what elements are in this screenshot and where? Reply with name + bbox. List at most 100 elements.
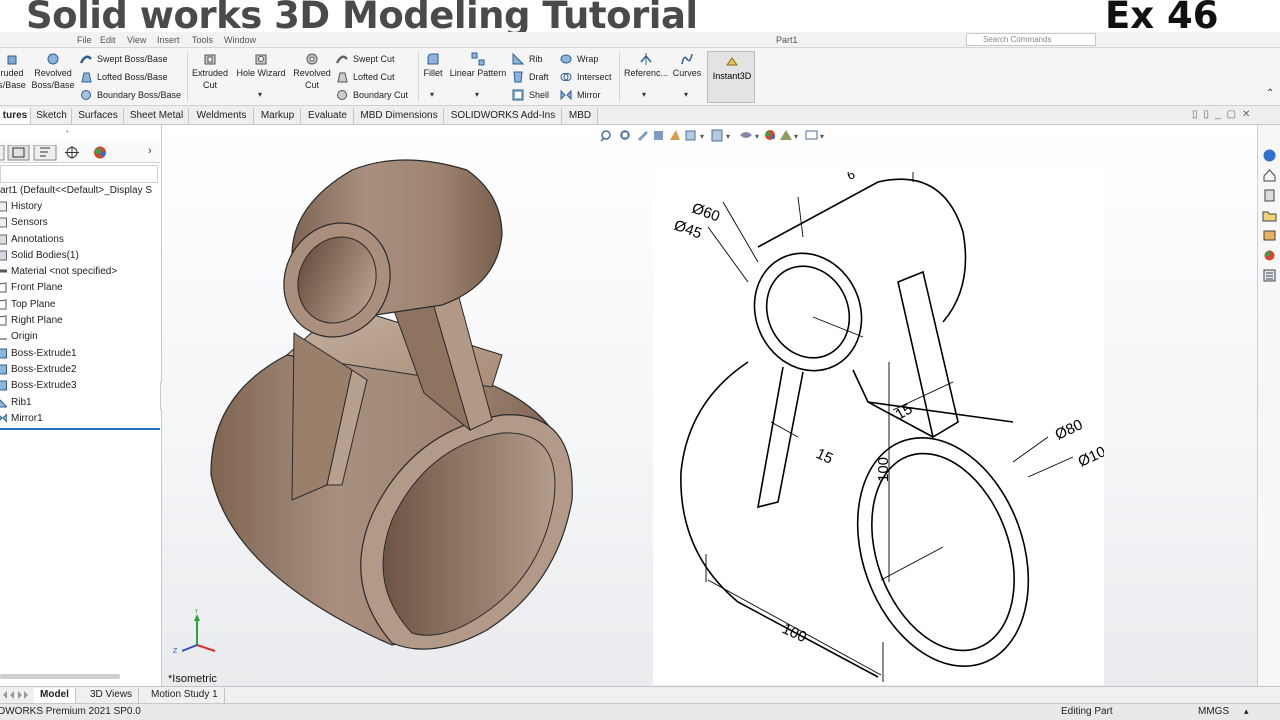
reference-dropdown[interactable]: ▾ [642, 90, 646, 99]
origin-icon [0, 338, 7, 340]
dim-rib-thickness-left: 15 [813, 445, 835, 467]
curves-icon [681, 53, 693, 65]
intersect-icon [560, 73, 572, 81]
lofted-boss-label: Lofted Boss/Base [97, 72, 168, 82]
hole-wizard-button[interactable]: Hole Wizard [234, 48, 288, 79]
extruded-boss-button[interactable]: ruded s/Base [0, 48, 26, 91]
command-manager: ruded s/Base Revolved Boss/Base Swept Bo… [0, 48, 1280, 106]
panel-more-icon[interactable]: › [148, 145, 152, 157]
svg-text:▾: ▾ [820, 132, 824, 141]
window-controls[interactable]: ▯▯_▢✕ [1192, 109, 1256, 120]
tab-surfaces[interactable]: Surfaces [73, 108, 124, 124]
axis-z-label: Z [173, 648, 178, 655]
shell-button[interactable]: Shell [512, 89, 549, 101]
rollback-bar[interactable] [0, 428, 160, 430]
pattern-dropdown[interactable]: ▾ [475, 90, 479, 99]
unit-system-dropdown-icon[interactable]: ▴ [1244, 706, 1249, 717]
tree-item-mirror1[interactable]: Mirror1 [0, 410, 160, 426]
swept-boss-button[interactable]: Swept Boss/Base [80, 53, 168, 65]
tree-item-annotations[interactable]: Annotations [0, 231, 160, 247]
tab-solidworks-addins[interactable]: SOLIDWORKS Add-Ins [445, 108, 562, 124]
appearances-icon[interactable] [1261, 247, 1278, 264]
menu-view[interactable]: View [127, 35, 146, 45]
tree-item-origin[interactable]: Origin [0, 329, 160, 345]
tree-item-front-plane[interactable]: Front Plane [0, 280, 160, 296]
filter-input[interactable] [0, 165, 158, 183]
curves-dropdown[interactable]: ▾ [684, 90, 688, 99]
boundary-boss-label: Boundary Boss/Base [97, 90, 182, 100]
extrude-icon [0, 364, 7, 375]
tree-item-boss-extrude1[interactable]: Boss-Extrude1 [0, 345, 160, 361]
fillet-dropdown[interactable]: ▾ [430, 90, 434, 99]
mirror-button[interactable]: Mirror [560, 89, 601, 101]
tab-mbd-dimensions[interactable]: MBD Dimensions [355, 108, 444, 124]
unit-system[interactable]: MMGS [1198, 706, 1229, 717]
boundary-cut-button[interactable]: Boundary Cut [336, 89, 408, 101]
tree-item-boss-extrude2[interactable]: Boss-Extrude2 [0, 361, 160, 377]
design-library-icon[interactable] [1261, 187, 1278, 204]
extruded-cut-label-2: Cut [202, 80, 217, 90]
tab-weldments[interactable]: Weldments [190, 108, 254, 124]
hole-wizard-dropdown[interactable]: ▾ [258, 90, 262, 99]
tab-markup[interactable]: Markup [255, 108, 301, 124]
tree-item-boss-extrude3[interactable]: Boss-Extrude3 [0, 378, 160, 394]
panel-grip[interactable]: • [66, 129, 68, 136]
view-palette-icon[interactable] [1261, 227, 1278, 244]
swept-cut-label: Swept Cut [353, 54, 395, 64]
file-explorer-icon[interactable] [1261, 207, 1278, 224]
panel-tab-icons[interactable] [0, 145, 150, 161]
tree-item-top-plane[interactable]: Top Plane [0, 296, 160, 312]
solidworks-resources-icon[interactable] [1261, 147, 1278, 164]
swept-cut-button[interactable]: Swept Cut [336, 53, 395, 65]
search-input[interactable]: Search Commands [966, 33, 1096, 46]
boundary-boss-button[interactable]: Boundary Boss/Base [80, 89, 181, 101]
wrap-button[interactable]: Wrap [560, 53, 598, 65]
draft-button[interactable]: Draft [512, 71, 549, 83]
tab-evaluate[interactable]: Evaluate [302, 108, 354, 124]
fillet-button[interactable]: Fillet [420, 48, 446, 79]
material-icon [0, 269, 7, 273]
tree-item-right-plane[interactable]: Right Plane [0, 312, 160, 328]
menu-window[interactable]: Window [224, 35, 256, 45]
lofted-boss-button[interactable]: Lofted Boss/Base [80, 71, 168, 83]
part-3d-model[interactable] [202, 155, 632, 655]
menu-file[interactable]: File [77, 35, 92, 45]
tab-sheet-metal[interactable]: Sheet Metal [125, 108, 189, 124]
tab-mbd[interactable]: MBD [563, 108, 598, 124]
revolved-boss-button[interactable]: Revolved Boss/Base [30, 48, 76, 91]
revolved-cut-button[interactable]: Revolved Cut [290, 48, 334, 91]
tree-item-solid-bodies[interactable]: Solid Bodies(1) [0, 247, 160, 263]
curves-button[interactable]: Curves [670, 48, 704, 79]
extruded-cut-button[interactable]: Extruded Cut [190, 48, 230, 91]
revolved-cut-icon [306, 53, 318, 65]
tab-sketch[interactable]: Sketch [32, 108, 72, 124]
tab-features[interactable]: tures [0, 108, 31, 124]
collapse-ribbon-icon[interactable]: ⌃ [1266, 88, 1274, 99]
tree-item-rib1[interactable]: Rib1 [0, 394, 160, 410]
tab-scroll-arrows-icon[interactable] [2, 690, 30, 700]
tree-root-part[interactable]: art1 (Default<<Default>_Display S [0, 182, 160, 198]
dim-diameter-80: Ø80 [1053, 416, 1086, 443]
rib-button[interactable]: Rib [512, 53, 543, 65]
intersect-button[interactable]: Intersect [560, 71, 612, 83]
tab-motion-study[interactable]: Motion Study 1 [145, 688, 225, 703]
heads-up-view-toolbar[interactable]: ▾ ▾ ▾ ▾ ▾ [600, 127, 840, 145]
tab-model[interactable]: Model [34, 688, 76, 703]
separator [187, 52, 188, 102]
tree-item-material[interactable]: Material <not specified> [0, 263, 160, 279]
custom-properties-icon[interactable] [1261, 267, 1278, 284]
lofted-cut-button[interactable]: Lofted Cut [336, 71, 395, 83]
linear-pattern-button[interactable]: Linear Pattern [448, 48, 508, 79]
menu-edit[interactable]: Edit [100, 35, 116, 45]
bottom-tab-bar: Model 3D Views Motion Study 1 [0, 686, 1280, 703]
menu-insert[interactable]: Insert [157, 35, 180, 45]
horizontal-scrollbar[interactable] [0, 674, 120, 679]
tree-item-sensors[interactable]: Sensors [0, 215, 160, 231]
tab-3d-views[interactable]: 3D Views [84, 688, 140, 703]
instant3d-button[interactable]: Instant3D [707, 51, 755, 103]
draft-icon [513, 71, 523, 83]
home-icon[interactable] [1261, 167, 1278, 184]
tree-item-history[interactable]: History [0, 198, 160, 214]
reference-geometry-button[interactable]: Referenc... [622, 48, 670, 79]
menu-tools[interactable]: Tools [192, 35, 213, 45]
